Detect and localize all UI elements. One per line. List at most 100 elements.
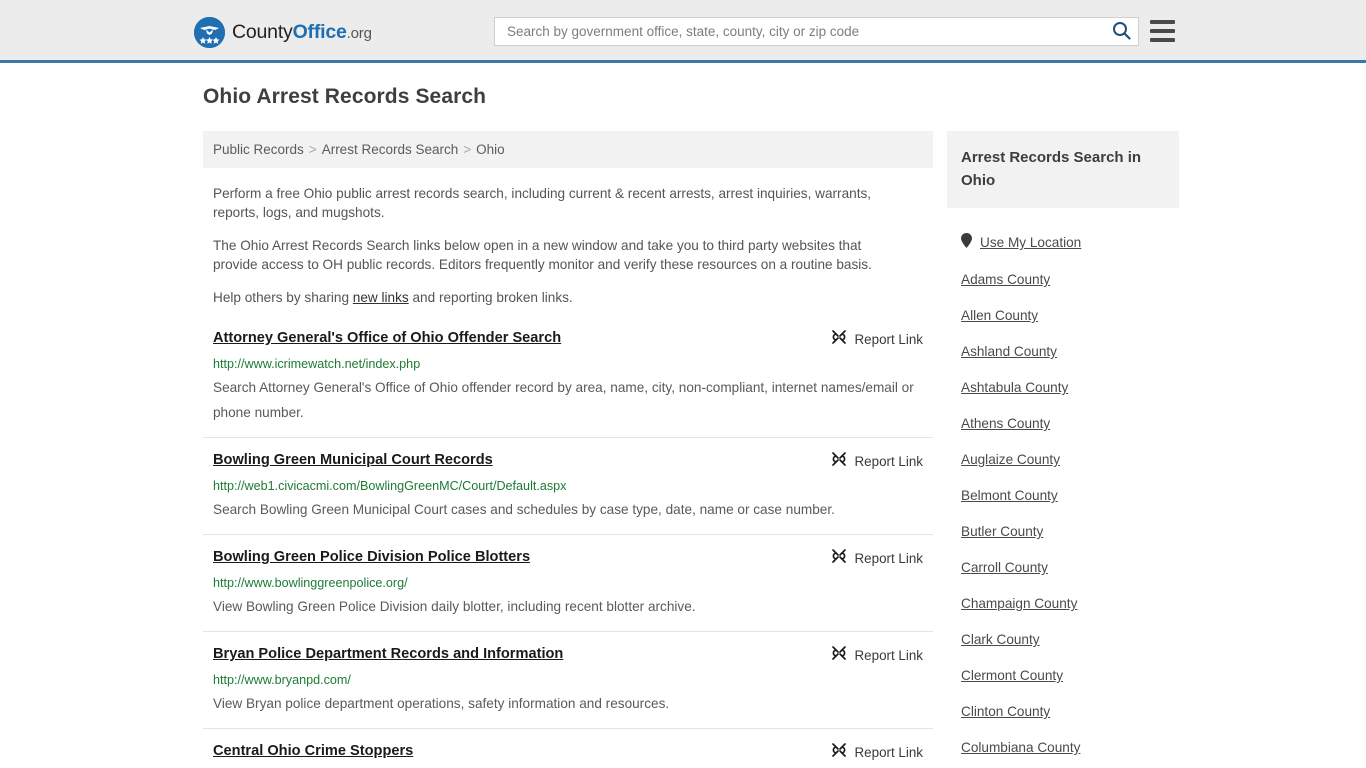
report-link-label: Report Link	[854, 454, 923, 469]
listing-header: Bryan Police Department Records and Info…	[213, 645, 923, 666]
sidebar-item-county[interactable]: Adams County	[947, 262, 1179, 298]
county-link[interactable]: Athens County	[961, 415, 1050, 433]
search-icon	[1112, 21, 1131, 43]
broken-link-icon	[831, 645, 847, 666]
sidebar-item-county[interactable]: Butler County	[947, 514, 1179, 550]
report-link-label: Report Link	[854, 332, 923, 347]
breadcrumb-item-arrest-records-search[interactable]: Arrest Records Search	[322, 142, 459, 157]
listing-title-link[interactable]: Central Ohio Crime Stoppers	[213, 742, 413, 760]
county-link[interactable]: Auglaize County	[961, 451, 1060, 469]
listing-item: Attorney General's Office of Ohio Offend…	[203, 325, 933, 437]
intro-paragraph-1: Perform a free Ohio public arrest record…	[213, 186, 872, 220]
sidebar-item-county[interactable]: Ashland County	[947, 334, 1179, 370]
logo-text-county: County	[232, 20, 293, 43]
search-input[interactable]	[495, 18, 1104, 45]
logo-text-org: .org	[346, 24, 372, 42]
sidebar-county-list: Use My Location Adams County Allen Count…	[947, 224, 1179, 768]
broken-link-icon	[831, 329, 847, 350]
listing-url[interactable]: http://www.icrimewatch.net/index.php	[213, 356, 923, 372]
hamburger-bar-2	[1150, 29, 1175, 33]
broken-link-icon	[831, 548, 847, 569]
county-link[interactable]: Allen County	[961, 307, 1038, 325]
listing-url[interactable]: http://web1.civicacmi.com/BowlingGreenMC…	[213, 478, 923, 494]
content-container: Ohio Arrest Records Search Public Record…	[193, 85, 1179, 768]
county-link[interactable]: Ashtabula County	[961, 379, 1068, 397]
sidebar-item-county[interactable]: Carroll County	[947, 550, 1179, 586]
logo-text-office: Office	[292, 20, 347, 43]
county-link[interactable]: Champaign County	[961, 595, 1077, 613]
listing-description: Search Bowling Green Municipal Court cas…	[213, 502, 835, 517]
listing-item: Central Ohio Crime Stoppers Report Link	[203, 728, 933, 768]
county-link[interactable]: Ashland County	[961, 343, 1057, 361]
breadcrumb-item-ohio: Ohio	[476, 142, 505, 157]
sidebar-item-county[interactable]: Champaign County	[947, 586, 1179, 622]
sidebar: Arrest Records Search in Ohio Use My Loc…	[947, 131, 1179, 768]
breadcrumb-separator-2: >	[463, 142, 472, 157]
sidebar-item-county[interactable]: Belmont County	[947, 478, 1179, 514]
site-logo-text: CountyOffice.org	[232, 20, 372, 43]
broken-link-icon	[831, 451, 847, 472]
main-content: Public Records > Arrest Records Search > Ohi…	[203, 131, 933, 768]
intro-paragraph-3: Help others by sharing new links and rep…	[213, 288, 903, 307]
listing-header: Bowling Green Municipal Court Records Re…	[213, 451, 923, 472]
listing-item: Bryan Police Department Records and Info…	[203, 631, 933, 728]
search-bar[interactable]	[494, 17, 1139, 46]
listing-header: Attorney General's Office of Ohio Offend…	[213, 329, 923, 350]
county-link[interactable]: Clark County	[961, 631, 1040, 649]
county-link[interactable]: Clermont County	[961, 667, 1063, 685]
report-link-button[interactable]: Report Link	[831, 645, 923, 666]
listing-title-link[interactable]: Bowling Green Police Division Police Blo…	[213, 548, 530, 566]
sidebar-item-use-my-location[interactable]: Use My Location	[947, 224, 1179, 262]
listing-title-link[interactable]: Bowling Green Municipal Court Records	[213, 451, 493, 469]
sidebar-item-county[interactable]: Allen County	[947, 298, 1179, 334]
report-link-label: Report Link	[854, 648, 923, 663]
sidebar-item-county[interactable]: Clinton County	[947, 694, 1179, 730]
breadcrumb: Public Records > Arrest Records Search > Ohi…	[203, 131, 933, 168]
report-link-button[interactable]: Report Link	[831, 329, 923, 350]
eagle-shield-logo-icon	[194, 17, 225, 48]
county-link[interactable]: Columbiana County	[961, 739, 1080, 757]
sidebar-item-county[interactable]: Columbiana County	[947, 730, 1179, 766]
listing-title-link[interactable]: Bryan Police Department Records and Info…	[213, 645, 563, 663]
county-link[interactable]: Butler County	[961, 523, 1043, 541]
listing-description: View Bowling Green Police Division daily…	[213, 599, 696, 614]
listing-header: Bowling Green Police Division Police Blo…	[213, 548, 923, 569]
county-link[interactable]: Clinton County	[961, 703, 1050, 721]
use-my-location-link[interactable]: Use My Location	[980, 234, 1081, 252]
sidebar-item-county[interactable]: Auglaize County	[947, 442, 1179, 478]
breadcrumb-item-public-records[interactable]: Public Records	[213, 142, 304, 157]
listing-item: Bowling Green Municipal Court Records Re…	[203, 437, 933, 534]
hamburger-menu-icon[interactable]	[1150, 20, 1175, 42]
page-title: Ohio Arrest Records Search	[203, 85, 487, 108]
broken-link-icon	[831, 742, 847, 763]
intro-paragraph-2: The Ohio Arrest Records Search links bel…	[213, 238, 872, 272]
sidebar-item-county[interactable]: Athens County	[947, 406, 1179, 442]
county-link[interactable]: Belmont County	[961, 487, 1058, 505]
breadcrumb-separator-1: >	[308, 142, 317, 157]
sidebar-item-county[interactable]: Clermont County	[947, 658, 1179, 694]
listings: Attorney General's Office of Ohio Offend…	[203, 325, 933, 768]
site-logo[interactable]: CountyOffice.org	[194, 17, 372, 48]
county-link[interactable]: Carroll County	[961, 559, 1048, 577]
report-link-button[interactable]: Report Link	[831, 548, 923, 569]
site-header: CountyOffice.org	[0, 0, 1366, 63]
report-link-label: Report Link	[854, 745, 923, 760]
listing-item: Bowling Green Police Division Police Blo…	[203, 534, 933, 631]
sidebar-item-county[interactable]: Ashtabula County	[947, 370, 1179, 406]
new-links-link[interactable]: new links	[353, 290, 409, 305]
listing-header: Central Ohio Crime Stoppers Report Link	[213, 742, 923, 763]
sidebar-header: Arrest Records Search in Ohio	[947, 131, 1179, 208]
listing-url[interactable]: http://www.bowlinggreenpolice.org/	[213, 575, 923, 591]
hamburger-bar-1	[1150, 20, 1175, 24]
intro-p3-prefix: Help others by sharing	[213, 290, 353, 305]
intro-section: Perform a free Ohio public arrest record…	[203, 184, 933, 307]
report-link-button[interactable]: Report Link	[831, 742, 923, 763]
listing-url[interactable]: http://www.bryanpd.com/	[213, 672, 923, 688]
sidebar-item-county[interactable]: Clark County	[947, 622, 1179, 658]
report-link-button[interactable]: Report Link	[831, 451, 923, 472]
page-body: Ohio Arrest Records Search Public Record…	[0, 63, 1366, 768]
map-pin-icon	[961, 233, 972, 253]
listing-title-link[interactable]: Attorney General's Office of Ohio Offend…	[213, 329, 561, 347]
search-button[interactable]	[1104, 18, 1138, 45]
county-link[interactable]: Adams County	[961, 271, 1050, 289]
